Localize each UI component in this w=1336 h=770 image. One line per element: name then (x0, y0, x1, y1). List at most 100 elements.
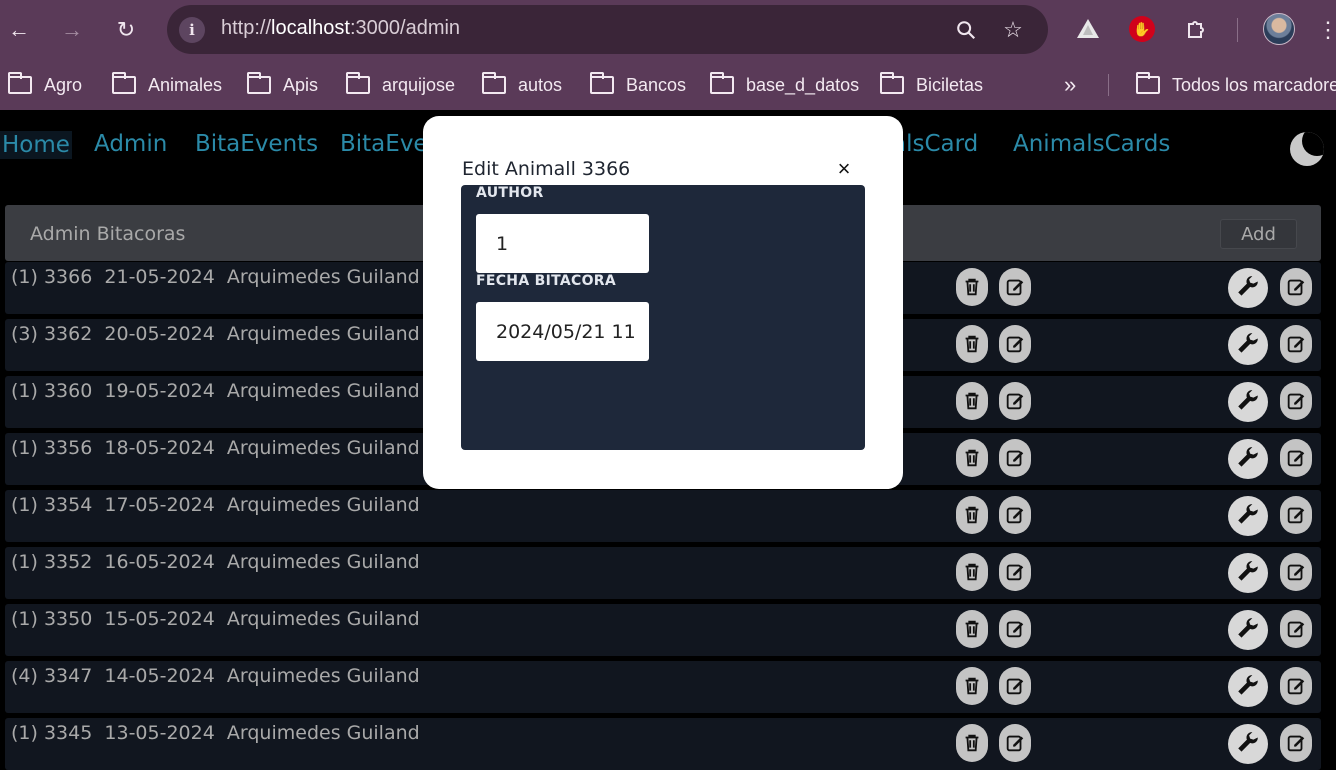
row-label: (4) 3347 14-05-2024 Arquimedes Guiland (11, 665, 420, 687)
row-label: (1) 3354 17-05-2024 Arquimedes Guiland (11, 494, 420, 516)
nav-bitaevents-2[interactable]: BitaEve (340, 131, 428, 157)
author-label: AUTHOR (476, 185, 544, 201)
table-row: (1) 3350 15-05-2024 Arquimedes Guiland (5, 604, 1321, 656)
bookmark-folder-biciletas[interactable]: Biciletas (880, 72, 983, 97)
fecha-bitacora-input[interactable] (476, 302, 649, 361)
browser-menu-icon[interactable]: ⋮ (1317, 14, 1336, 46)
address-bar[interactable]: i http://localhost:3000/admin ☆ (167, 5, 1048, 54)
row-label: (1) 3350 15-05-2024 Arquimedes Guiland (11, 608, 420, 630)
table-row: (1) 3345 13-05-2024 Arquimedes Guiland (5, 718, 1321, 770)
nav-animalscard[interactable]: alsCard (892, 131, 978, 157)
edit-icon[interactable] (1280, 667, 1312, 705)
edit-icon[interactable] (999, 724, 1031, 762)
stop-hand-extension-icon[interactable]: ✋ (1127, 14, 1157, 44)
wrench-icon[interactable] (1228, 496, 1268, 536)
folder-icon (1136, 72, 1160, 94)
trash-icon[interactable] (956, 667, 988, 705)
folder-icon (8, 72, 32, 94)
close-icon[interactable]: × (833, 158, 855, 180)
nav-admin[interactable]: Admin (94, 131, 167, 157)
edit-modal: Edit Animall 3366 × AUTHOR FECHA BITACOR… (423, 116, 903, 489)
edit-icon[interactable] (1280, 724, 1312, 762)
site-info-icon[interactable]: i (179, 17, 205, 43)
edit-icon[interactable] (1280, 382, 1312, 420)
row-label: (3) 3362 20-05-2024 Arquimedes Guiland (11, 323, 420, 345)
edit-icon[interactable] (999, 382, 1031, 420)
wrench-icon[interactable] (1228, 553, 1268, 593)
drive-extension-icon[interactable] (1073, 14, 1103, 44)
trash-icon[interactable] (956, 382, 988, 420)
extensions-puzzle-icon[interactable] (1182, 14, 1212, 44)
edit-icon[interactable] (1280, 496, 1312, 534)
wrench-icon[interactable] (1228, 610, 1268, 650)
author-input[interactable] (476, 214, 649, 273)
trash-icon[interactable] (956, 496, 988, 534)
folder-icon (112, 72, 136, 94)
edit-icon[interactable] (1280, 325, 1312, 363)
row-label: (1) 3352 16-05-2024 Arquimedes Guiland (11, 551, 420, 573)
panel-title: Admin Bitacoras (30, 223, 186, 245)
trash-icon[interactable] (956, 439, 988, 477)
edit-icon[interactable] (999, 325, 1031, 363)
bookmark-folder-arquijose[interactable]: arquijose (346, 72, 455, 97)
edit-icon[interactable] (1280, 610, 1312, 648)
folder-icon (482, 72, 506, 94)
wrench-icon[interactable] (1228, 325, 1268, 365)
wrench-icon[interactable] (1228, 382, 1268, 422)
edit-icon[interactable] (999, 553, 1031, 591)
browser-toolbar: ← → ↻ i http://localhost:3000/admin ☆ ✋ … (0, 0, 1336, 60)
row-label: (1) 3356 18-05-2024 Arquimedes Guiland (11, 437, 420, 459)
nav-home[interactable]: Home (0, 131, 72, 159)
wrench-icon[interactable] (1228, 268, 1268, 308)
edit-icon[interactable] (999, 439, 1031, 477)
bookmarks-bar: Agro Animales Apis arquijose autos Banco… (0, 60, 1336, 110)
url-text[interactable]: http://localhost:3000/admin (221, 17, 460, 40)
bookmark-folder-bancos[interactable]: Bancos (590, 72, 686, 97)
bookmarks-divider (1108, 74, 1109, 96)
modal-form: AUTHOR FECHA BITACORA (461, 185, 865, 450)
bookmark-folder-agro[interactable]: Agro (8, 72, 82, 97)
table-row: (1) 3354 17-05-2024 Arquimedes Guiland (5, 490, 1321, 542)
zoom-search-icon[interactable] (951, 15, 981, 45)
trash-icon[interactable] (956, 268, 988, 306)
trash-icon[interactable] (956, 724, 988, 762)
nav-bitaevents[interactable]: BitaEvents (195, 131, 318, 157)
folder-icon (346, 72, 370, 94)
row-label: (1) 3360 19-05-2024 Arquimedes Guiland (11, 380, 420, 402)
trash-icon[interactable] (956, 553, 988, 591)
forward-arrow-icon[interactable]: → (56, 14, 88, 46)
trash-icon[interactable] (956, 325, 988, 363)
nav-animalscards[interactable]: AnimalsCards (1013, 131, 1170, 157)
edit-icon[interactable] (999, 610, 1031, 648)
add-button[interactable]: Add (1220, 219, 1297, 249)
bookmark-star-icon[interactable]: ☆ (998, 15, 1028, 45)
modal-title: Edit Animall 3366 (462, 158, 631, 180)
more-bookmarks-chevron-icon[interactable]: » (1064, 72, 1076, 98)
trash-icon[interactable] (956, 610, 988, 648)
folder-icon (880, 72, 904, 94)
wrench-icon[interactable] (1228, 667, 1268, 707)
row-label: (1) 3345 13-05-2024 Arquimedes Guiland (11, 722, 420, 744)
table-row: (1) 3352 16-05-2024 Arquimedes Guiland (5, 547, 1321, 599)
table-row: (4) 3347 14-05-2024 Arquimedes Guiland (5, 661, 1321, 713)
toolbar-divider (1237, 18, 1238, 42)
edit-icon[interactable] (999, 496, 1031, 534)
back-arrow-icon[interactable]: ← (3, 14, 35, 46)
fecha-bitacora-label: FECHA BITACORA (476, 273, 616, 289)
bookmark-folder-autos[interactable]: autos (482, 72, 562, 97)
edit-icon[interactable] (1280, 439, 1312, 477)
edit-icon[interactable] (1280, 268, 1312, 306)
wrench-icon[interactable] (1228, 724, 1268, 764)
dark-mode-moon-icon[interactable] (1290, 132, 1324, 166)
wrench-icon[interactable] (1228, 439, 1268, 479)
edit-icon[interactable] (999, 268, 1031, 306)
bookmark-folder-base-d-datos[interactable]: base_d_datos (710, 72, 859, 97)
bookmark-folder-animales[interactable]: Animales (112, 72, 222, 97)
bookmark-folder-all[interactable]: Todos los marcadores (1136, 72, 1336, 97)
edit-icon[interactable] (999, 667, 1031, 705)
bookmark-folder-apis[interactable]: Apis (247, 72, 318, 97)
reload-icon[interactable]: ↻ (110, 14, 142, 46)
profile-avatar[interactable] (1263, 13, 1295, 45)
edit-icon[interactable] (1280, 553, 1312, 591)
folder-icon (710, 72, 734, 94)
